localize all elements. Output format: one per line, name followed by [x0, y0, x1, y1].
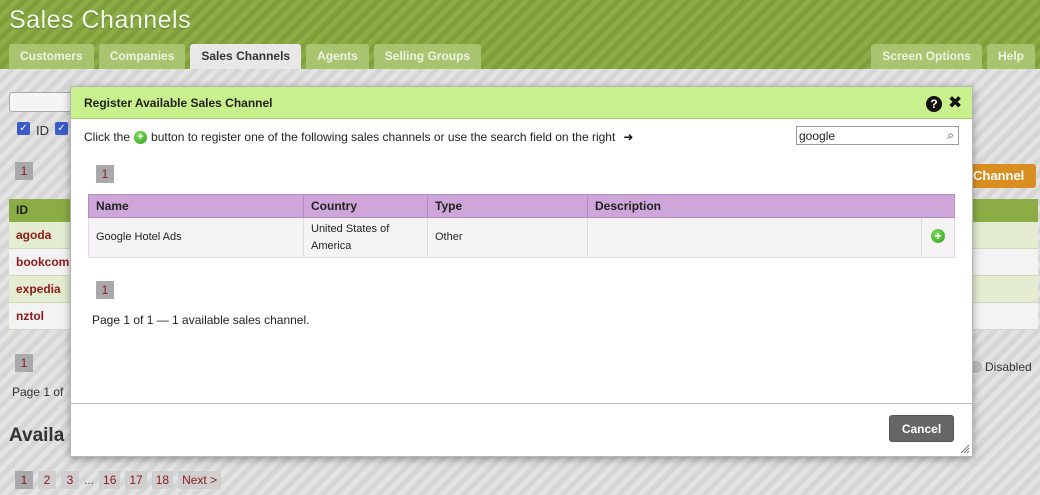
help-icon[interactable]: ?: [926, 96, 942, 112]
pager-page-1[interactable]: 1: [15, 471, 33, 489]
tab-customers[interactable]: Customers: [9, 44, 94, 69]
instructions-text-after: button to register one of the following …: [151, 130, 616, 144]
available-heading: Availa: [9, 425, 65, 446]
channel-name-cell: Google Hotel Ads: [88, 217, 304, 258]
disabled-legend: Disabled: [970, 360, 1032, 374]
search-icon[interactable]: ⌕: [947, 128, 954, 143]
main-tabs: Customers Companies Sales Channels Agent…: [9, 44, 482, 69]
pager-page-3[interactable]: 3: [61, 471, 79, 489]
bg-page-of: Page 1 of: [12, 385, 64, 399]
channel-type-cell: Other: [427, 217, 588, 258]
column-checkbox[interactable]: ✓: [55, 122, 68, 135]
close-icon[interactable]: ✖: [948, 93, 962, 113]
table-row: Google Hotel Ads United States of Americ…: [88, 217, 955, 258]
available-channels-table: Name Country Type Description Google Hot…: [88, 194, 955, 258]
resize-handle-icon[interactable]: [960, 444, 970, 454]
column-header-name[interactable]: Name: [88, 194, 304, 218]
tab-sales-channels[interactable]: Sales Channels: [190, 44, 302, 69]
search-input[interactable]: [797, 127, 937, 144]
row-action-cell: +: [921, 217, 955, 258]
id-column-checkbox[interactable]: ✓: [17, 122, 30, 135]
id-column-label: ID: [36, 123, 49, 138]
dialog-footer-divider: [71, 403, 972, 404]
pager-page-18[interactable]: 18: [151, 471, 174, 489]
column-header-description[interactable]: Description: [587, 194, 955, 218]
pager-page-16[interactable]: 16: [99, 471, 121, 489]
disabled-label: Disabled: [985, 360, 1032, 374]
add-circle-icon[interactable]: +: [931, 229, 945, 243]
pager-page-2[interactable]: 2: [38, 471, 56, 489]
dialog-bottom-page-number[interactable]: 1: [96, 281, 114, 299]
channel-description-cell: [587, 217, 922, 258]
bg-search-input[interactable]: [9, 92, 79, 112]
add-channel-button[interactable]: Channel: [964, 164, 1036, 188]
page-title: Sales Channels: [9, 6, 192, 34]
pager-next[interactable]: Next >: [178, 471, 222, 489]
app-header: Sales Channels Customers Companies Sales…: [0, 0, 1040, 69]
dialog-instructions: Click the + button to register one of th…: [84, 130, 633, 144]
bg-top-page-number[interactable]: 1: [15, 162, 33, 180]
tab-selling-groups[interactable]: Selling Groups: [373, 44, 482, 69]
channel-country-cell: United States of America: [303, 217, 428, 258]
dialog-header: Register Available Sales Channel ? ✖: [71, 87, 972, 119]
tab-agents[interactable]: Agents: [306, 44, 369, 69]
search-field: ⌕: [796, 126, 959, 145]
pager-page-17[interactable]: 17: [125, 471, 147, 489]
cancel-button[interactable]: Cancel: [889, 415, 954, 442]
dialog-page-info: Page 1 of 1 — 1 available sales channel.: [92, 313, 310, 327]
tab-companies[interactable]: Companies: [98, 44, 186, 69]
instructions-text-before: Click the: [84, 130, 131, 144]
help-button[interactable]: Help: [986, 44, 1035, 69]
screen-options-button[interactable]: Screen Options: [871, 44, 982, 69]
header-right-tabs: Screen Options Help: [871, 44, 1035, 69]
arrow-right-icon: ➜: [623, 130, 634, 144]
column-header-type[interactable]: Type: [427, 194, 588, 218]
add-circle-icon: +: [134, 130, 148, 144]
pager-ellipsis: ...: [84, 473, 95, 487]
register-sales-channel-dialog: Register Available Sales Channel ? ✖ Cli…: [70, 86, 973, 457]
dialog-title: Register Available Sales Channel: [84, 96, 273, 110]
table-header-row: Name Country Type Description: [88, 194, 955, 218]
dialog-top-page-number[interactable]: 1: [96, 165, 114, 183]
bg-bottom-page-number[interactable]: 1: [15, 354, 33, 372]
bottom-pager: 1 2 3 ... 16 17 18 Next >: [15, 471, 222, 489]
column-header-country[interactable]: Country: [303, 194, 428, 218]
